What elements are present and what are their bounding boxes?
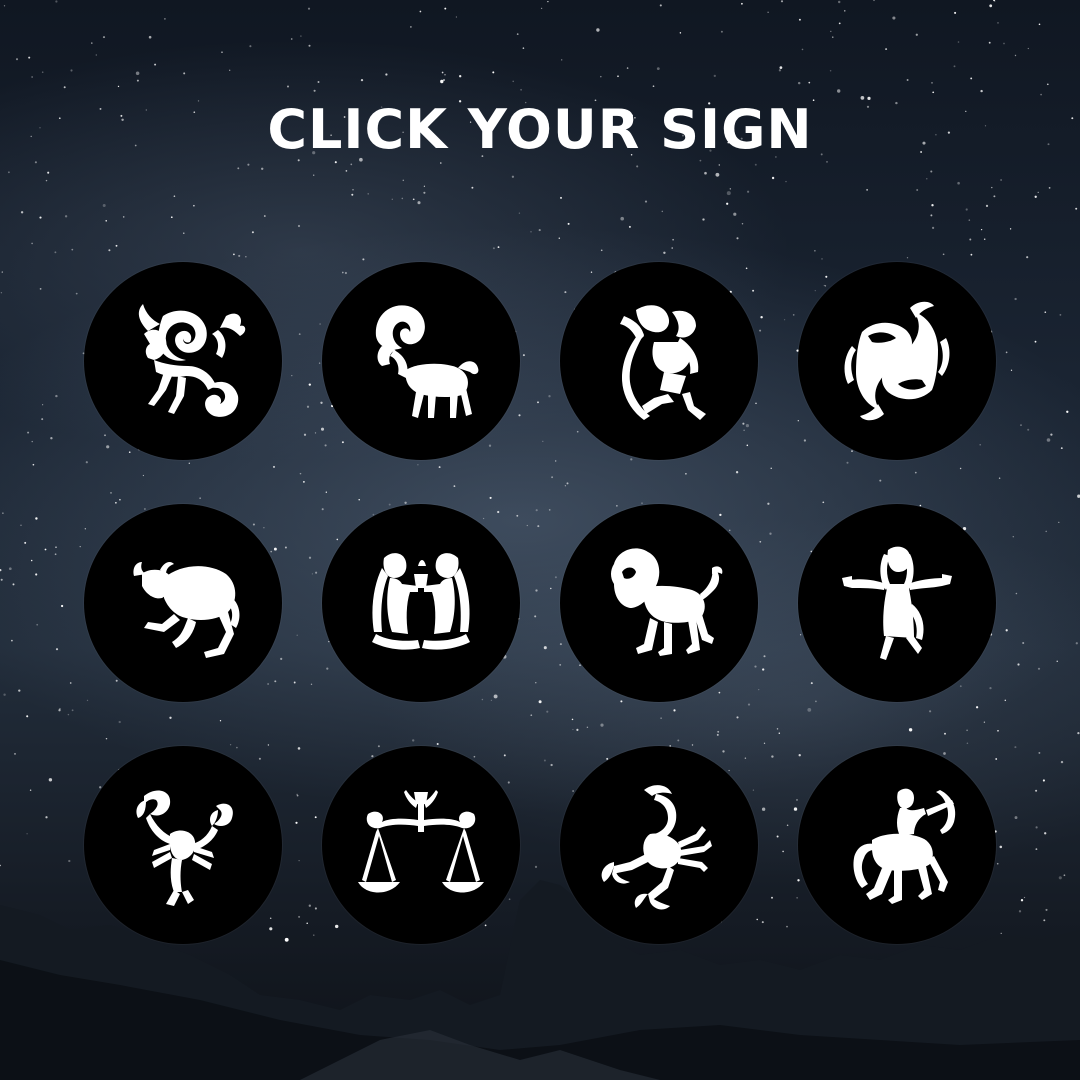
- cancer-icon: [136, 790, 233, 906]
- sign-gemini[interactable]: [322, 504, 520, 702]
- gemini-icon: [372, 553, 470, 650]
- capricorn-icon: [138, 304, 246, 417]
- pisces-icon: [844, 301, 950, 421]
- sign-scorpio[interactable]: [560, 746, 758, 944]
- zodiac-grid: [84, 262, 998, 944]
- taurus-icon: [133, 562, 240, 658]
- sign-sagittarius[interactable]: [798, 746, 996, 944]
- sign-virgo[interactable]: [798, 504, 996, 702]
- sign-leo[interactable]: [560, 504, 758, 702]
- sign-libra[interactable]: [322, 746, 520, 944]
- scorpio-icon: [601, 785, 712, 910]
- aries-icon: [375, 305, 479, 418]
- libra-icon: [358, 790, 484, 893]
- aquarius-icon: [620, 305, 706, 420]
- virgo-icon: [842, 546, 952, 660]
- sign-pisces[interactable]: [798, 262, 996, 460]
- sign-capricorn[interactable]: [84, 262, 282, 460]
- sagittarius-icon: [853, 788, 956, 904]
- sign-aries[interactable]: [322, 262, 520, 460]
- sign-aquarius[interactable]: [560, 262, 758, 460]
- zodiac-page: CLICK YOUR SIGN: [0, 0, 1080, 1080]
- leo-icon: [611, 548, 723, 656]
- page-title: CLICK YOUR SIGN: [267, 98, 813, 161]
- sign-cancer[interactable]: [84, 746, 282, 944]
- sign-taurus[interactable]: [84, 504, 282, 702]
